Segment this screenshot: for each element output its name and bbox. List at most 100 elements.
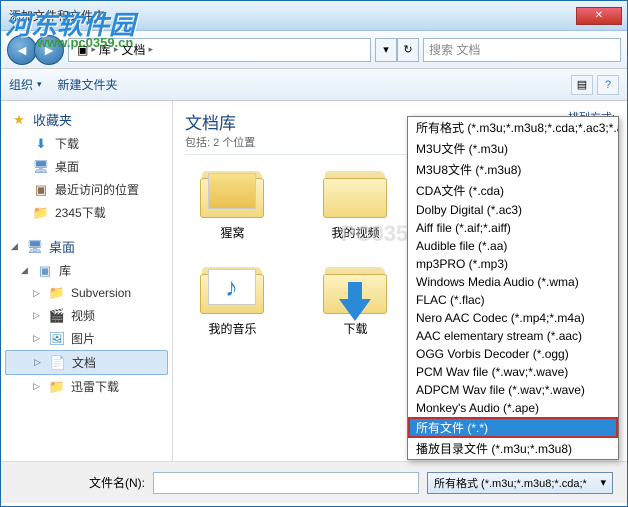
refresh-button[interactable]: ↻ — [397, 38, 419, 62]
filename-label: 文件名(N): — [15, 474, 145, 491]
back-button[interactable]: ◄ — [7, 35, 37, 65]
library-icon: ▣ — [37, 263, 53, 279]
star-icon: ★ — [11, 112, 27, 128]
toolbar-right: ▤ ? — [571, 75, 619, 95]
sidebar-item-subversion[interactable]: ▷ 📁 Subversion — [1, 282, 172, 304]
dropdown-history-button[interactable]: ▾ — [375, 38, 397, 62]
titlebar: 添加文件和文件夹 ✕ — [1, 1, 627, 31]
sidebar-item-label: 图片 — [71, 330, 95, 347]
sidebar-item-label: 视频 — [71, 307, 95, 324]
chevron-down-icon: ▾ — [37, 79, 42, 90]
filetype-combo-label: 所有格式 (*.m3u;*.m3u8;*.cda;* — [434, 475, 587, 491]
dropdown-item[interactable]: OGG Vorbis Decoder (*.ogg) — [408, 345, 618, 363]
dialog-window: 添加文件和文件夹 ✕ ◄ ► ▣ ▸ 库 ▸ 文档 ▸ ▾ ↻ — [0, 0, 628, 507]
folder-icon: 📁 — [49, 285, 65, 301]
sidebar-item-documents[interactable]: ▷ 📄 文档 — [5, 350, 168, 375]
expand-icon: ▷ — [33, 381, 43, 392]
close-button[interactable]: ✕ — [576, 7, 622, 25]
help-button[interactable]: ? — [597, 75, 619, 95]
sidebar-item-2345[interactable]: 📁 2345下载 — [1, 201, 172, 224]
dropdown-item[interactable]: 播放目录文件 (*.m3u;*.m3u8) — [408, 438, 618, 459]
dropdown-item[interactable]: Nero AAC Codec (*.mp4;*.m4a) — [408, 309, 618, 327]
folder-icon — [198, 165, 268, 220]
view-icon: ▤ — [577, 78, 587, 91]
sidebar-item-video[interactable]: ▷ 🎬 视频 — [1, 304, 172, 327]
dropdown-item[interactable]: Aiff file (*.aif;*.aiff) — [408, 219, 618, 237]
lib-header[interactable]: ◢ ▣ 库 — [1, 259, 172, 282]
sidebar-item-label: Subversion — [71, 286, 131, 300]
dropdown-item[interactable]: FLAC (*.flac) — [408, 291, 618, 309]
folder-item[interactable]: 我的视频 — [308, 165, 403, 241]
sidebar-item-recent[interactable]: ▣ 最近访问的位置 — [1, 178, 172, 201]
favorites-header[interactable]: ★ 收藏夹 — [1, 107, 172, 132]
chevron-down-icon: ▾ — [383, 43, 389, 56]
filetype-dropdown[interactable]: 所有格式 (*.m3u;*.m3u8;*.cda;*.ac3;*.aiM3U文件… — [407, 116, 619, 460]
sidebar-item-pictures[interactable]: ▷ 🖼 图片 — [1, 327, 172, 350]
forward-button[interactable]: ► — [34, 35, 64, 65]
dropdown-item[interactable]: M3U8文件 (*.m3u8) — [408, 159, 618, 180]
folder-icon — [321, 261, 391, 316]
lib-label: 库 — [59, 262, 71, 279]
sidebar-item-xunlei[interactable]: ▷ 📁 迅雷下载 — [1, 375, 172, 398]
crumb-label: 文档 — [121, 41, 145, 58]
navbar: ◄ ► ▣ ▸ 库 ▸ 文档 ▸ ▾ ↻ 搜索 文档 — [1, 31, 627, 69]
expand-icon: ▷ — [33, 333, 43, 344]
sidebar-item-downloads[interactable]: ⬇ 下载 — [1, 132, 172, 155]
refresh-icon: ↻ — [403, 43, 412, 56]
folder-icon: 📁 — [33, 205, 49, 221]
video-icon: 🎬 — [49, 308, 65, 324]
favorites-label: 收藏夹 — [33, 110, 72, 129]
sidebar-item-label: 迅雷下载 — [71, 378, 119, 395]
window-buttons: ✕ — [576, 7, 622, 25]
dropdown-item[interactable]: Audible file (*.aa) — [408, 237, 618, 255]
dropdown-item[interactable]: M3U文件 (*.m3u) — [408, 138, 618, 159]
new-folder-label: 新建文件夹 — [58, 76, 118, 93]
dropdown-item[interactable]: Windows Media Audio (*.wma) — [408, 273, 618, 291]
library-icon: ▣ — [77, 43, 88, 57]
dropdown-item[interactable]: 所有文件 (*.*) — [408, 417, 618, 438]
folder-label: 下载 — [343, 320, 367, 337]
dropdown-item[interactable]: ADPCM Wav file (*.wav;*.wave) — [408, 381, 618, 399]
organize-menu[interactable]: 组织 ▾ — [9, 76, 42, 93]
dropdown-item[interactable]: mp3PRO (*.mp3) — [408, 255, 618, 273]
dropdown-item[interactable]: AAC elementary stream (*.aac) — [408, 327, 618, 345]
sidebar-item-label: 文档 — [72, 354, 96, 371]
search-placeholder: 搜索 文档 — [429, 41, 480, 58]
dropdown-item[interactable]: CDA文件 (*.cda) — [408, 180, 618, 201]
folder-label: 我的音乐 — [208, 320, 256, 337]
folder-item[interactable]: ♪ 我的音乐 — [185, 261, 280, 337]
download-icon: ⬇ — [33, 136, 49, 152]
expand-icon: ▷ — [33, 310, 43, 321]
picture-icon: 🖼 — [49, 331, 65, 347]
crumb-lib[interactable]: ▣ ▸ 库 ▸ 文档 ▸ — [73, 41, 157, 58]
filetype-combo[interactable]: 所有格式 (*.m3u;*.m3u8;*.cda;* ▾ — [427, 472, 613, 494]
folder-item[interactable]: 猩窝 — [185, 165, 280, 241]
sidebar-item-desktop[interactable]: 🖥 桌面 — [1, 155, 172, 178]
desktop-header[interactable]: ◢ 🖥 桌面 — [1, 234, 172, 259]
nav-small-buttons: ▾ ↻ — [375, 38, 419, 62]
folder-icon: 📁 — [49, 379, 65, 395]
breadcrumb[interactable]: ▣ ▸ 库 ▸ 文档 ▸ — [68, 38, 371, 62]
library-title: 文档库 — [185, 109, 255, 134]
footer: 文件名(N): 所有格式 (*.m3u;*.m3u8;*.cda;* ▾ — [1, 461, 627, 503]
crumb-label: 库 — [99, 41, 111, 58]
music-note-icon: ♪ — [225, 272, 238, 303]
arrow-right-icon: ► — [42, 42, 56, 58]
dropdown-item[interactable]: PCM Wav file (*.wav;*.wave) — [408, 363, 618, 381]
filename-input[interactable] — [153, 472, 419, 494]
dropdown-item[interactable]: 所有格式 (*.m3u;*.m3u8;*.cda;*.ac3;*.ai — [408, 117, 618, 138]
desktop-icon: 🖥 — [27, 239, 43, 255]
dropdown-item[interactable]: Dolby Digital (*.ac3) — [408, 201, 618, 219]
folder-icon: ♪ — [198, 261, 268, 316]
favorites-group: ★ 收藏夹 ⬇ 下载 🖥 桌面 ▣ 最近访问的位置 📁 2345下载 — [1, 107, 172, 224]
sidebar-item-label: 2345下载 — [55, 204, 106, 221]
library-subtitle: 包括: 2 个位置 — [185, 134, 255, 150]
new-folder-button[interactable]: 新建文件夹 — [58, 76, 118, 93]
toolbar: 组织 ▾ 新建文件夹 ▤ ? — [1, 69, 627, 101]
dropdown-item[interactable]: Monkey's Audio (*.ape) — [408, 399, 618, 417]
folder-item[interactable]: 下载 — [308, 261, 403, 337]
library-title-block: 文档库 包括: 2 个位置 — [185, 109, 255, 150]
search-input[interactable]: 搜索 文档 — [423, 38, 621, 62]
organize-label: 组织 — [9, 76, 33, 93]
view-button[interactable]: ▤ — [571, 75, 593, 95]
